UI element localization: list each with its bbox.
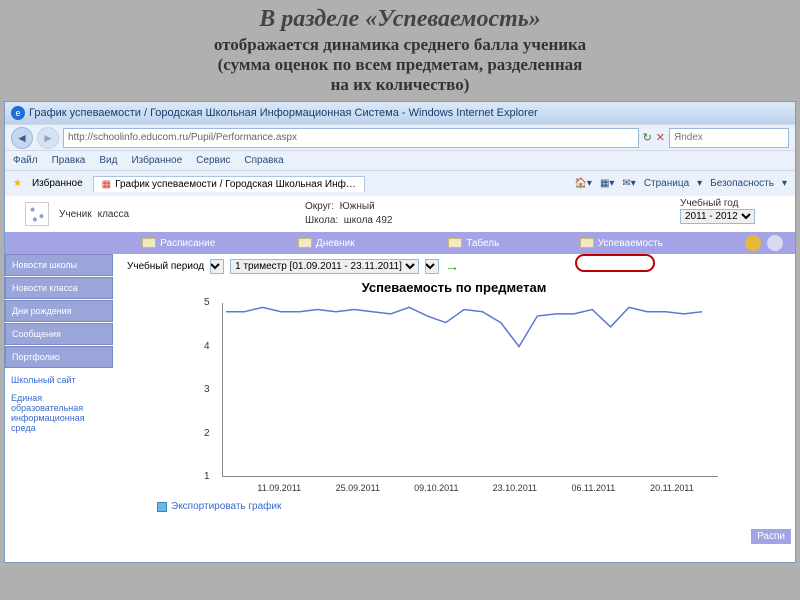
- trimester-select[interactable]: 1 триместр [01.09.2011 - 23.11.2011]: [230, 259, 419, 274]
- window-title: График успеваемости / Городская Школьная…: [29, 107, 538, 119]
- slide-title: В разделе «Успеваемость»: [20, 6, 780, 33]
- class-label: класса: [98, 209, 129, 220]
- nav-performance[interactable]: Успеваемость: [548, 238, 696, 249]
- district-label: Округ:: [305, 201, 334, 212]
- tab-title: График успеваемости / Городская Школьная…: [115, 179, 356, 190]
- stop-icon[interactable]: ✕: [656, 131, 665, 144]
- y-tick-label: 1: [204, 471, 210, 482]
- apply-arrow-icon[interactable]: →: [445, 258, 459, 274]
- back-button[interactable]: ◄: [11, 127, 33, 149]
- menu-favorites[interactable]: Избранное: [131, 155, 182, 166]
- chart-svg: [222, 303, 718, 477]
- browser-tab[interactable]: ▦ График успеваемости / Городская Школьн…: [93, 176, 365, 192]
- menu-tools[interactable]: Сервис: [196, 155, 230, 166]
- x-tick-label: 11.09.2011: [257, 483, 301, 493]
- x-tick-label: 09.10.2011: [414, 483, 458, 493]
- x-tick-label: 25.09.2011: [336, 483, 380, 493]
- y-tick-label: 5: [204, 297, 210, 308]
- nav-diary[interactable]: Дневник: [253, 238, 401, 249]
- mail-icon[interactable]: ✉▾: [622, 178, 635, 189]
- y-tick-label: 3: [204, 384, 210, 395]
- y-tick-label: 4: [204, 341, 210, 352]
- year-select[interactable]: 2011 - 2012: [680, 209, 755, 224]
- page-content: Ученик класса Округ: Южный Школа: школа …: [5, 196, 795, 544]
- extra-select[interactable]: [425, 259, 439, 274]
- district-value: Южный: [340, 201, 375, 212]
- period-select-dummy[interactable]: [210, 259, 224, 274]
- menu-file[interactable]: Файл: [13, 155, 38, 166]
- ie-menubar: Файл Правка Вид Избранное Сервис Справка: [5, 150, 795, 170]
- sidebar-item-school-news[interactable]: Новости школы: [5, 254, 113, 276]
- x-tick-label: 06.11.2011: [572, 483, 616, 493]
- school-label: Школа:: [305, 215, 338, 226]
- x-tick-label: 20.11.2011: [650, 483, 694, 493]
- school-value: школа 492: [344, 215, 393, 226]
- sidebar-link-school-site[interactable]: Школьный сайт: [5, 369, 113, 387]
- refresh-icon[interactable]: ↻: [643, 131, 652, 144]
- site-logo[interactable]: [25, 202, 49, 226]
- search-input[interactable]: [669, 128, 789, 148]
- sidebar: Новости школы Новости класса Дни рождени…: [5, 254, 113, 544]
- nav-schedule[interactable]: Расписание: [105, 238, 253, 249]
- x-tick-label: 23.10.2011: [493, 483, 537, 493]
- ie-window: e График успеваемости / Городская Школьн…: [4, 101, 796, 563]
- main-nav: Расписание Дневник Табель Успеваемость: [5, 232, 795, 254]
- student-label: Ученик: [59, 209, 92, 220]
- sidebar-item-class-news[interactable]: Новости класса: [5, 277, 113, 299]
- export-link[interactable]: Экспортировать график: [127, 497, 781, 512]
- menu-view[interactable]: Вид: [99, 155, 117, 166]
- home-icon[interactable]: 🏠▾: [574, 178, 591, 189]
- menu-help[interactable]: Справка: [244, 155, 283, 166]
- nav-extra-icon-2[interactable]: [767, 235, 783, 251]
- sidebar-link-edu-env[interactable]: Единая образовательная информационная ср…: [5, 387, 113, 435]
- diary-icon: [298, 238, 312, 248]
- ie-icon: e: [11, 106, 25, 120]
- sidebar-item-portfolio[interactable]: Портфолио: [5, 346, 113, 368]
- forward-button[interactable]: ►: [37, 127, 59, 149]
- menu-edit[interactable]: Правка: [52, 155, 86, 166]
- safety-menu[interactable]: Безопасность: [710, 178, 774, 189]
- page-menu[interactable]: Страница: [644, 178, 689, 189]
- export-icon: [157, 502, 167, 512]
- nav-extra-icon-1[interactable]: [745, 235, 761, 251]
- slide-sub3: на их количество): [20, 75, 780, 95]
- sidebar-item-messages[interactable]: Сообщения: [5, 323, 113, 345]
- chart-title: Успеваемость по предметам: [127, 280, 781, 295]
- report-icon: [448, 238, 462, 248]
- sidebar-item-birthdays[interactable]: Дни рождения: [5, 300, 113, 322]
- schedule-icon: [142, 238, 156, 248]
- period-label: Учебный период: [127, 261, 204, 272]
- address-bar[interactable]: [63, 128, 639, 148]
- feeds-icon[interactable]: ▦▾: [600, 178, 614, 189]
- tab-favicon: ▦: [102, 179, 111, 190]
- slide-sub2: (сумма оценок по всем предметам, разделе…: [20, 55, 780, 75]
- corner-tab[interactable]: Распи: [751, 529, 791, 544]
- y-tick-label: 2: [204, 428, 210, 439]
- slide-sub1: отображается динамика среднего балла уче…: [20, 35, 780, 55]
- year-label: Учебный год: [680, 198, 755, 209]
- favorites-label[interactable]: Избранное: [32, 178, 83, 189]
- performance-icon: [580, 238, 594, 248]
- favorites-star-icon[interactable]: ★: [13, 178, 22, 189]
- nav-report[interactable]: Табель: [400, 238, 548, 249]
- chart-area: 1 2 3 4 5 11.09.2011 25.09.2011 09.10.2011 23.1…: [184, 297, 724, 497]
